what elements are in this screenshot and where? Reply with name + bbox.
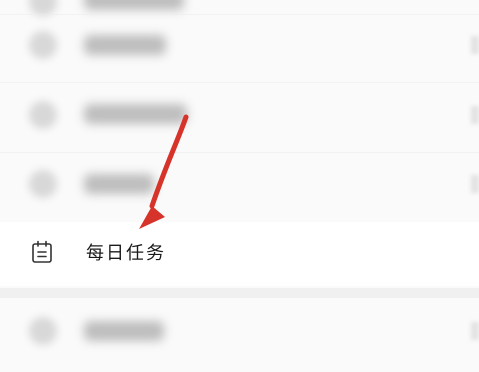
chevron-right-icon	[471, 36, 479, 54]
divider	[0, 82, 479, 83]
chevron-right-icon	[471, 106, 479, 124]
blurred-label	[84, 35, 166, 55]
blurred-icon	[29, 317, 57, 345]
menu-item-label: 每日任务	[86, 243, 166, 264]
section-gap	[0, 288, 479, 298]
blurred-label	[84, 104, 187, 124]
divider	[0, 14, 479, 15]
blurred-label	[84, 174, 154, 194]
blurred-label	[84, 0, 184, 10]
chevron-right-icon	[471, 175, 479, 193]
divider	[0, 152, 479, 153]
blurred-label	[84, 321, 164, 341]
blurred-icon	[29, 170, 57, 198]
calendar-icon	[32, 240, 52, 263]
blurred-icon	[29, 31, 57, 59]
settings-menu-list: 每日任务	[0, 0, 479, 372]
blurred-icon	[29, 101, 57, 129]
menu-item-daily-tasks[interactable]	[0, 222, 479, 286]
chevron-right-icon	[471, 322, 479, 340]
